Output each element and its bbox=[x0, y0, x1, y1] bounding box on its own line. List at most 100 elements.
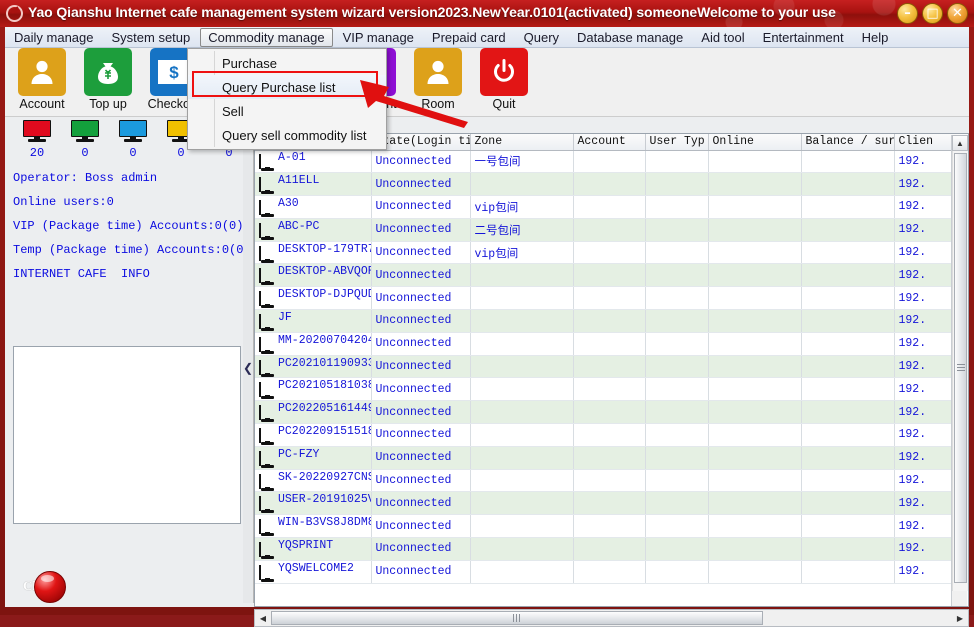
host-name-label: DESKTOP-DJPQUD5 bbox=[278, 288, 370, 302]
column-header-user-type[interactable]: User Typ bbox=[645, 134, 709, 151]
cell-host-name[interactable]: USER-20191025VU bbox=[255, 491, 372, 516]
column-header-zone[interactable]: Zone bbox=[470, 134, 574, 151]
menu-item-prepaid-card[interactable]: Prepaid card bbox=[424, 28, 514, 47]
table-row[interactable]: USER-20191025VUUnconnected192. bbox=[255, 491, 968, 516]
table-row[interactable]: YQSWELCOME2 Unconnected 192. bbox=[255, 560, 968, 584]
cell-host-name[interactable]: YQSPRINT bbox=[255, 537, 372, 561]
monitor-icon bbox=[259, 427, 276, 445]
dropdown-item-query-sell-list[interactable]: Query sell commodity list bbox=[188, 123, 386, 147]
menu-item-system-setup[interactable]: System setup bbox=[104, 28, 199, 47]
cell-online bbox=[708, 309, 802, 333]
cell-host-name[interactable]: PC202209151518 bbox=[255, 423, 372, 447]
cell-host-name[interactable]: PC202101190933 bbox=[255, 355, 372, 379]
info-line-temp: Temp (Package time) Accounts:0(0) bbox=[13, 243, 251, 257]
monitor-icon bbox=[259, 359, 276, 377]
table-row[interactable]: A30 Unconnected vip包间 192. bbox=[255, 195, 968, 219]
table-row[interactable]: PC202205161449 Unconnected 192. bbox=[255, 400, 968, 425]
table-row[interactable]: MM-202007042048Unconnected192. bbox=[255, 332, 968, 356]
scroll-left-arrow-icon[interactable]: ◀ bbox=[255, 610, 271, 626]
table-row[interactable]: YQSPRINT Unconnected 192. bbox=[255, 537, 968, 561]
table-row[interactable]: PC-FZY Unconnected 192. bbox=[255, 446, 968, 470]
cell-host-name[interactable]: DESKTOP-179TR72 bbox=[255, 241, 372, 265]
menu-item-query[interactable]: Query bbox=[516, 28, 567, 47]
client-area: Account Top up $ Checkout Room Quit 20 0… bbox=[5, 48, 969, 627]
menu-item-vip-manage[interactable]: VIP manage bbox=[335, 28, 422, 47]
table-row[interactable]: WIN-B3VS8J8DM83Unconnected192. bbox=[255, 514, 968, 539]
cell-host-name[interactable]: A30 bbox=[255, 195, 372, 219]
cell-host-name[interactable]: ABC-PC bbox=[255, 218, 372, 242]
cloud-widget[interactable]: Cloud bbox=[23, 571, 83, 603]
column-header-online[interactable]: Online bbox=[708, 134, 802, 151]
cell-online bbox=[708, 560, 802, 584]
toolbar-button-room[interactable]: Room bbox=[407, 48, 469, 111]
cell-balance bbox=[801, 560, 895, 584]
cell-balance bbox=[801, 172, 895, 197]
cell-host-name[interactable]: DESKTOP-ABVQOR6 bbox=[255, 263, 372, 288]
cell-host-name[interactable]: WIN-B3VS8J8DM83 bbox=[255, 514, 372, 539]
scroll-up-arrow-icon[interactable]: ▲ bbox=[952, 135, 968, 151]
vertical-scroll-thumb[interactable] bbox=[954, 153, 967, 583]
table-row[interactable]: PC202105181038 Unconnected 192. bbox=[255, 377, 968, 402]
table-row[interactable]: A11ELL Unconnected 192. bbox=[255, 172, 968, 197]
horizontal-scrollbar[interactable]: ◀ ▶ bbox=[254, 609, 969, 627]
maximize-button[interactable]: □ bbox=[922, 3, 943, 24]
column-header-balance[interactable]: Balance / surp bbox=[801, 134, 895, 151]
minimize-button[interactable]: – bbox=[897, 3, 918, 24]
host-table: Host Name (Click So State(Login time) Zo… bbox=[255, 134, 968, 584]
scroll-right-arrow-icon[interactable]: ▶ bbox=[952, 610, 968, 626]
toolbar-button-account[interactable]: Account bbox=[11, 48, 73, 111]
menu-item-commodity-manage[interactable]: Commodity manage bbox=[200, 27, 333, 47]
status-monitor-idle[interactable]: 0 bbox=[61, 120, 109, 164]
cell-state: Unconnected bbox=[371, 469, 471, 493]
cell-host-name[interactable]: PC202205161449 bbox=[255, 400, 372, 425]
dropdown-item-sell[interactable]: Sell bbox=[188, 99, 386, 123]
vertical-scroll-trough[interactable] bbox=[952, 151, 968, 591]
cell-user-type bbox=[645, 514, 709, 539]
commodity-manage-dropdown: Purchase Query Purchase list Sell Query … bbox=[187, 48, 387, 150]
monitor-icon bbox=[259, 473, 276, 491]
horizontal-scroll-thumb[interactable] bbox=[271, 611, 763, 625]
table-row[interactable]: A-01 Unconnected 一号包间 192. bbox=[255, 150, 968, 174]
toolbar-button-topup[interactable]: Top up bbox=[77, 48, 139, 111]
cell-host-name[interactable]: SK-20220927CNSJ bbox=[255, 469, 372, 493]
sidebar-collapse-handle[interactable]: ❮ bbox=[243, 133, 254, 603]
cell-host-name[interactable]: A-01 bbox=[255, 150, 372, 174]
cell-host-name[interactable]: A11ELL bbox=[255, 172, 372, 197]
application-window: Yao Qianshu Internet cafe management sys… bbox=[0, 0, 974, 627]
table-row[interactable]: ABC-PC Unconnected 二号包间 192. bbox=[255, 218, 968, 242]
menu-item-aid-tool[interactable]: Aid tool bbox=[693, 28, 752, 47]
status-monitor-offline[interactable]: 20 bbox=[13, 120, 61, 164]
menu-item-database-manage[interactable]: Database manage bbox=[569, 28, 691, 47]
table-row[interactable]: PC202209151518 Unconnected 192. bbox=[255, 423, 968, 447]
menu-item-daily-manage[interactable]: Daily manage bbox=[6, 28, 102, 47]
cell-host-name[interactable]: DESKTOP-DJPQUD5 bbox=[255, 286, 372, 311]
vertical-scrollbar[interactable]: ▲ bbox=[951, 135, 968, 606]
cell-user-type bbox=[645, 172, 709, 197]
cell-zone bbox=[470, 355, 574, 379]
cell-state: Unconnected bbox=[371, 355, 471, 379]
cell-account bbox=[573, 469, 646, 493]
toolbar-button-quit[interactable]: Quit bbox=[473, 48, 535, 111]
cell-balance bbox=[801, 218, 895, 242]
cell-host-name[interactable]: PC-FZY bbox=[255, 446, 372, 470]
horizontal-scroll-trough[interactable] bbox=[271, 610, 952, 626]
cell-state: Unconnected bbox=[371, 537, 471, 561]
table-row[interactable]: SK-20220927CNSJUnconnected192. bbox=[255, 469, 968, 493]
table-row[interactable]: DESKTOP-ABVQOR6Unconnected192. bbox=[255, 263, 968, 288]
cell-host-name[interactable]: JF bbox=[255, 309, 372, 333]
table-row[interactable]: DESKTOP-179TR72Unconnectedvip包间192. bbox=[255, 241, 968, 265]
status-monitor-inuse[interactable]: 0 bbox=[109, 120, 157, 164]
column-header-account[interactable]: Account bbox=[573, 134, 646, 151]
table-row[interactable]: JF Unconnected 192. bbox=[255, 309, 968, 333]
dropdown-item-purchase[interactable]: Purchase bbox=[188, 51, 386, 75]
menu-item-help[interactable]: Help bbox=[854, 28, 897, 47]
cell-host-name[interactable]: PC202105181038 bbox=[255, 377, 372, 402]
table-row[interactable]: DESKTOP-DJPQUD5Unconnected192. bbox=[255, 286, 968, 311]
table-row[interactable]: PC202101190933 Unconnected 192. bbox=[255, 355, 968, 379]
cell-host-name[interactable]: YQSWELCOME2 bbox=[255, 560, 372, 584]
close-button[interactable]: ✕ bbox=[947, 3, 968, 24]
menu-item-entertainment[interactable]: Entertainment bbox=[755, 28, 852, 47]
dropdown-item-query-purchase-list[interactable]: Query Purchase list bbox=[188, 75, 386, 99]
cell-host-name[interactable]: MM-202007042048 bbox=[255, 332, 372, 356]
host-name-label: YQSPRINT bbox=[278, 538, 334, 552]
